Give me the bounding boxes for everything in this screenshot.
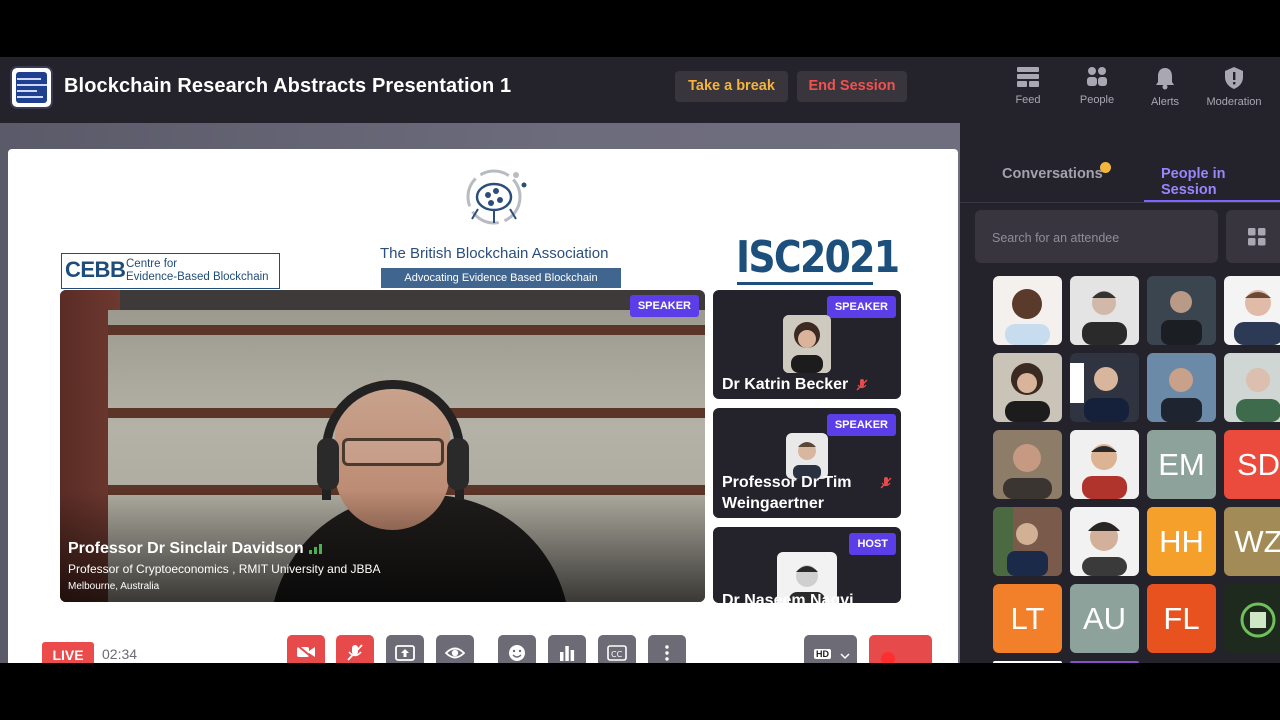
panel-divider bbox=[960, 202, 1280, 203]
cebb-line-2: Evidence-Based Blockchain bbox=[126, 271, 269, 283]
attendee-initials-au[interactable]: AU bbox=[1070, 584, 1139, 653]
grid-icon bbox=[1248, 228, 1266, 246]
cebb-mark: CEBB bbox=[65, 257, 126, 282]
mic-off-icon bbox=[347, 644, 363, 661]
bar-chart-icon bbox=[560, 646, 575, 661]
nav-moderation[interactable]: Moderation bbox=[1199, 66, 1269, 108]
main-speaker-location: Melbourne, Australia bbox=[68, 581, 160, 592]
attendee-initials-lt[interactable]: LT bbox=[993, 584, 1062, 653]
tile-name-line-2: Weingaertner bbox=[722, 495, 824, 512]
session-timer: 02:34 bbox=[102, 646, 138, 662]
attendee-avatar[interactable] bbox=[1070, 507, 1139, 576]
search-placeholder: Search for an attendee bbox=[992, 231, 1120, 245]
captions-icon: CC bbox=[607, 645, 627, 661]
main-speaker-name: Professor Dr Sinclair Davidson bbox=[68, 540, 304, 557]
attendee-initials-wz[interactable]: WZ bbox=[1224, 507, 1280, 576]
bba-name: The British Blockchain Association bbox=[380, 245, 609, 262]
video-off-icon bbox=[296, 644, 315, 660]
attendee-avatar[interactable] bbox=[1224, 276, 1280, 345]
unread-dot bbox=[1100, 162, 1111, 173]
avatar bbox=[783, 315, 831, 373]
tab-conversations[interactable]: Conversations bbox=[1002, 166, 1103, 182]
more-vertical-icon bbox=[665, 645, 669, 661]
grid-view-button[interactable] bbox=[1226, 210, 1280, 263]
speaker-tile-becker[interactable]: SPEAKER Dr Katrin Becker bbox=[713, 290, 901, 399]
cebb-line-1: Centre for bbox=[126, 258, 178, 270]
quality-label: HD bbox=[814, 649, 831, 659]
shield-icon bbox=[1225, 67, 1243, 89]
attendee-avatar[interactable] bbox=[1070, 276, 1139, 345]
stage: CEBB Centre for Evidence-Based Blockchai… bbox=[8, 149, 958, 663]
speaker-tag: SPEAKER bbox=[826, 414, 896, 436]
attendee-avatar[interactable] bbox=[1147, 276, 1216, 345]
signal-icon bbox=[309, 544, 322, 554]
host-tag: HOST bbox=[849, 533, 896, 555]
main-speaker-role: Professor of Cryptoeconomics , RMIT Univ… bbox=[68, 562, 381, 576]
nav-people[interactable]: People bbox=[1062, 66, 1132, 106]
main-speaker-tag: SPEAKER bbox=[629, 295, 699, 317]
feed-icon bbox=[1017, 67, 1039, 87]
host-tile-naqvi[interactable]: HOST Dr Naseem Naqvi bbox=[713, 527, 901, 603]
share-screen-icon bbox=[395, 645, 415, 661]
attendee-avatar[interactable] bbox=[1224, 584, 1280, 653]
top-bar: Blockchain Research Abstracts Presentati… bbox=[0, 57, 1280, 123]
event-logo bbox=[10, 66, 53, 109]
attendee-avatar[interactable] bbox=[993, 507, 1062, 576]
svg-text:CC: CC bbox=[611, 650, 623, 659]
tab-people-in-session[interactable]: People in Session bbox=[1161, 166, 1280, 198]
nav-feed[interactable]: Feed bbox=[993, 66, 1063, 106]
take-break-button[interactable]: Take a break bbox=[675, 71, 788, 102]
nav-alerts-label: Alerts bbox=[1150, 96, 1180, 108]
nav-alerts[interactable]: Alerts bbox=[1130, 66, 1200, 108]
attendee-avatar[interactable] bbox=[993, 276, 1062, 345]
tile-name: Dr Katrin Becker bbox=[722, 376, 849, 393]
tile-name-line-1: Professor Dr Tim bbox=[722, 474, 852, 491]
nav-feed-label: Feed bbox=[1015, 94, 1041, 106]
attendee-avatar[interactable] bbox=[1070, 430, 1139, 499]
speaker-tag: SPEAKER bbox=[826, 296, 896, 318]
end-session-button[interactable]: End Session bbox=[797, 71, 907, 102]
side-panel: Conversations People in Session Search f… bbox=[960, 123, 1280, 665]
attendee-avatar[interactable] bbox=[993, 430, 1062, 499]
attendee-avatar[interactable] bbox=[993, 353, 1062, 422]
letterbox-bottom bbox=[0, 663, 1280, 720]
cebb-logo: CEBB Centre for Evidence-Based Blockchai… bbox=[61, 253, 280, 289]
control-bar: LIVE 02:34 CC HD bbox=[0, 630, 960, 669]
attendee-avatar[interactable] bbox=[1070, 353, 1139, 422]
attendee-initials-em[interactable]: EM bbox=[1147, 430, 1216, 499]
main-speaker-video[interactable]: SPEAKER Professor Dr Sinclair Davidson P… bbox=[60, 290, 705, 602]
conference-underline bbox=[737, 282, 873, 285]
attendee-avatar[interactable] bbox=[1224, 353, 1280, 422]
emoji-icon bbox=[509, 645, 525, 661]
bba-logo-graphic bbox=[466, 169, 527, 225]
letterbox-top bbox=[0, 0, 1280, 57]
mic-muted-icon bbox=[880, 477, 892, 489]
attendee-search[interactable]: Search for an attendee bbox=[975, 210, 1218, 263]
attendee-initials-fl[interactable]: FL bbox=[1147, 584, 1216, 653]
attendee-initials-sd[interactable]: SD bbox=[1224, 430, 1280, 499]
mic-muted-icon bbox=[856, 379, 868, 391]
conference-name: ISC2021 bbox=[736, 232, 900, 283]
nav-people-label: People bbox=[1079, 94, 1115, 106]
bell-icon bbox=[1156, 68, 1174, 90]
attendee-avatar[interactable] bbox=[1147, 353, 1216, 422]
session-title: Blockchain Research Abstracts Presentati… bbox=[64, 75, 512, 97]
tile-name: Dr Naseem Naqvi bbox=[722, 592, 854, 603]
nav-moderation-label: Moderation bbox=[1206, 96, 1262, 108]
attendee-initials-hh[interactable]: HH bbox=[1147, 507, 1216, 576]
speaker-tile-weingaertner[interactable]: SPEAKER Professor Dr Tim Weingaertner bbox=[713, 408, 901, 518]
eye-icon bbox=[445, 647, 465, 659]
chevron-down-icon bbox=[840, 653, 850, 660]
bba-tagline: Advocating Evidence Based Blockchain bbox=[381, 268, 621, 288]
people-icon bbox=[1087, 67, 1107, 86]
